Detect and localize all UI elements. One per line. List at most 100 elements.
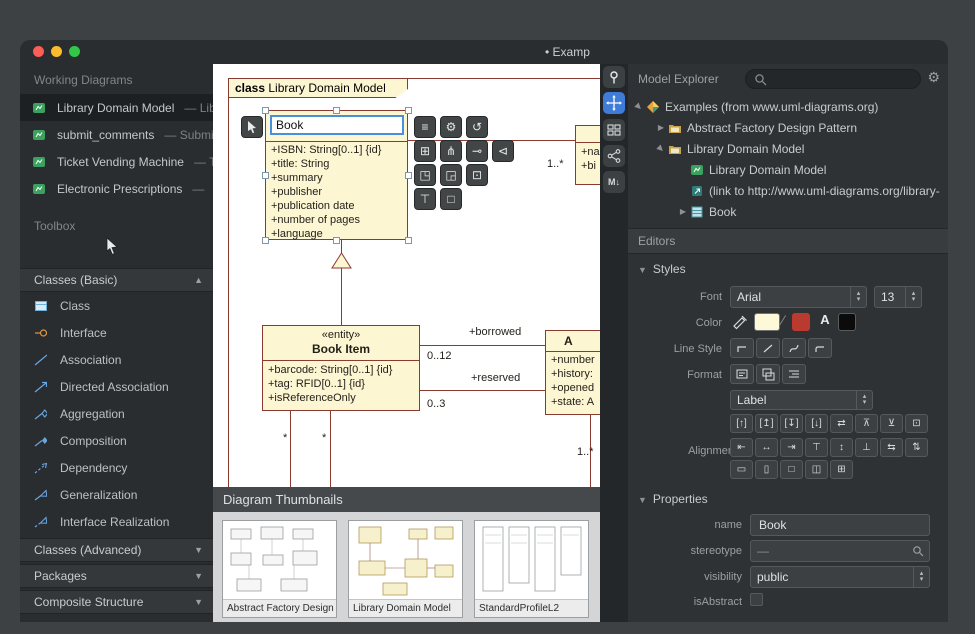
pin-tool-button[interactable] — [603, 66, 625, 88]
move-tool-button[interactable] — [603, 92, 625, 114]
tree-item-abstract-factory[interactable]: ▶ Abstract Factory Design Pattern — [628, 117, 948, 138]
quick-link-up-button[interactable]: ◳ — [414, 164, 436, 186]
selection-handle[interactable] — [333, 107, 340, 114]
ungroup-button[interactable]: ⊻ — [880, 414, 903, 433]
format-indent-button[interactable] — [782, 364, 806, 384]
selection-handle[interactable] — [405, 172, 412, 179]
tree-item-library-folder[interactable]: ▶ Library Domain Model — [628, 138, 948, 159]
tree-item-examples[interactable]: ▶ Examples (from www.uml-diagrams.org) — [628, 96, 948, 117]
align-center-h-button[interactable]: ↔ — [755, 438, 778, 457]
expander-expanded-icon[interactable]: ▶ — [653, 140, 669, 156]
diagram-canvas[interactable]: class Library Domain Model +na +bi A — [213, 64, 600, 487]
quick-add-attribute-button[interactable]: ⊞ — [414, 140, 436, 162]
quick-shape-button[interactable]: □ — [440, 188, 462, 210]
select-cursor-icon[interactable] — [102, 236, 124, 260]
align-top-button[interactable]: ⊤ — [805, 438, 828, 457]
send-backward-button[interactable]: [↧] — [780, 414, 803, 433]
font-family-select[interactable]: Arial ▴▾ — [730, 286, 867, 308]
working-diagram-item[interactable]: Library Domain Model— Lib — [20, 94, 213, 121]
quick-resize-button[interactable]: ⊡ — [466, 164, 488, 186]
stepper[interactable]: ▴▾ — [850, 287, 866, 307]
red-color-swatch[interactable] — [792, 313, 810, 331]
working-diagram-item[interactable]: Ticket Vending Machine— T — [20, 148, 213, 175]
thumbnail-standard-profile[interactable]: StandardProfileL2 — [474, 520, 589, 618]
association-line-down-1[interactable] — [290, 411, 291, 487]
line-style-curve-button[interactable] — [782, 338, 806, 358]
quick-edit-settings-button[interactable]: ⚙ — [440, 116, 462, 138]
thumbnail-library-domain-model[interactable]: Library Domain Model — [348, 520, 463, 618]
expander-collapsed-icon[interactable]: ▶ — [654, 123, 668, 132]
working-diagram-item[interactable]: Electronic Prescriptions— — [20, 175, 213, 202]
align-right-button[interactable]: ⇥ — [780, 438, 803, 457]
distribute-v-button[interactable]: ⇅ — [905, 438, 928, 457]
quick-edit-options-button[interactable]: ≡ — [414, 116, 436, 138]
align-bottom-button[interactable]: ⊥ — [855, 438, 878, 457]
association-line-down-2[interactable] — [330, 411, 331, 487]
same-size-button[interactable]: □ — [780, 460, 803, 479]
search-icon[interactable] — [912, 545, 924, 557]
model-explorer-search[interactable] — [745, 69, 921, 89]
selection-handle[interactable] — [333, 237, 340, 244]
group-button[interactable]: ⊼ — [855, 414, 878, 433]
quick-link-down-button[interactable]: ◲ — [440, 164, 462, 186]
tool-directed-association[interactable]: Directed Association — [20, 373, 213, 400]
tree-item-book-class[interactable]: ▶ Book — [628, 201, 948, 222]
quick-add-realization-button[interactable]: ⊲ — [492, 140, 514, 162]
toolbox-section-packages[interactable]: Packages ▼ — [20, 564, 213, 588]
align-middle-button[interactable]: ↕ — [830, 438, 853, 457]
class-account-partial[interactable]: A +number +history: +opened +state: A — [545, 330, 600, 415]
selection-handle[interactable] — [405, 237, 412, 244]
quick-add-interface-button[interactable]: ⊸ — [466, 140, 488, 162]
quick-edit-select-button[interactable] — [241, 116, 263, 138]
toolbox-section-composite-structure[interactable]: Composite Structure ▼ — [20, 590, 213, 614]
tree-item-library-diagram[interactable]: Library Domain Model — [628, 159, 948, 180]
association-line-reserved[interactable] — [420, 390, 545, 391]
zoom-button[interactable] — [69, 46, 80, 57]
label-visibility-select[interactable]: Label ▴▾ — [730, 390, 873, 410]
quick-text-button[interactable]: ⊤ — [414, 188, 436, 210]
distribute-h-button[interactable]: ⇆ — [880, 438, 903, 457]
selection-handle[interactable] — [262, 107, 269, 114]
selection-handle[interactable] — [262, 237, 269, 244]
name-field[interactable] — [750, 514, 930, 536]
thumbnails-tool-button[interactable] — [603, 119, 625, 141]
fit-size-button[interactable]: ⊡ — [905, 414, 928, 433]
font-size-stepper[interactable]: 13 ▴▾ — [874, 286, 922, 308]
stepper[interactable]: ▴▾ — [905, 287, 921, 307]
thumbnail-abstract-factory[interactable]: Abstract Factory Design — [222, 520, 337, 618]
tool-generalization[interactable]: Generalization — [20, 481, 213, 508]
line-color-pen-icon[interactable] — [730, 312, 750, 332]
visibility-select[interactable]: public ▴▾ — [750, 566, 930, 588]
expander-expanded-icon[interactable]: ▶ — [631, 98, 647, 114]
minimize-button[interactable] — [51, 46, 62, 57]
align-left-button[interactable]: ⇤ — [730, 438, 753, 457]
titlebar[interactable]: • Examp — [20, 40, 948, 64]
isabstract-checkbox[interactable] — [750, 593, 763, 606]
tool-composition[interactable]: Composition — [20, 427, 213, 454]
line-style-rounded-button[interactable] — [808, 338, 832, 358]
tree-item-hyperlink[interactable]: (link to http://www.uml-diagrams.org/lib… — [628, 180, 948, 201]
expander-collapsed-icon[interactable]: ▶ — [676, 207, 690, 216]
stereotype-field[interactable]: — — [750, 540, 930, 562]
stepper[interactable]: ▴▾ — [856, 391, 872, 409]
selection-handle[interactable] — [262, 172, 269, 179]
quick-edit-reset-button[interactable]: ↺ — [466, 116, 488, 138]
properties-section-header[interactable]: ▼Properties — [638, 492, 708, 506]
fill-color-swatch[interactable] — [754, 313, 780, 331]
font-color-button[interactable]: A — [816, 312, 834, 330]
tool-interface[interactable]: Interface — [20, 319, 213, 346]
class-book-item[interactable]: «entity» Book Item +barcode: String[0..1… — [262, 325, 420, 411]
close-button[interactable] — [33, 46, 44, 57]
line-style-oblique-button[interactable] — [756, 338, 780, 358]
no-color-icon[interactable]: ∕ — [782, 312, 784, 328]
name-input[interactable] — [757, 517, 929, 533]
auto-size-button[interactable]: ⊞ — [830, 460, 853, 479]
same-width-button[interactable]: ▭ — [730, 460, 753, 479]
class-author-partial[interactable]: +na +bi — [575, 125, 600, 185]
tool-dependency[interactable]: Dependency — [20, 454, 213, 481]
black-color-swatch[interactable] — [838, 313, 856, 331]
tool-aggregation[interactable]: Aggregation — [20, 400, 213, 427]
selection-handle[interactable] — [405, 107, 412, 114]
format-stack-button[interactable] — [756, 364, 780, 384]
tool-interface-realization[interactable]: Interface Realization — [20, 508, 213, 535]
